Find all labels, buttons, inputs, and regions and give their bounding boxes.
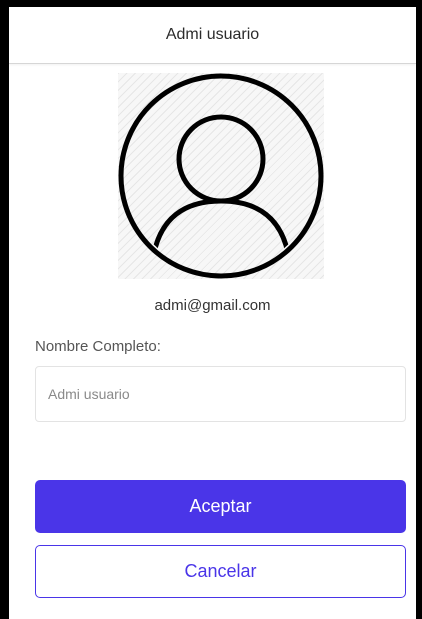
accept-button[interactable]: Aceptar — [35, 480, 406, 533]
full-name-input[interactable] — [35, 366, 406, 422]
cancel-button[interactable]: Cancelar — [35, 545, 406, 598]
app-bar: Admi usuario — [9, 7, 416, 64]
page-title: Admi usuario — [165, 26, 260, 43]
user-email: admi@gmail.com — [154, 297, 271, 314]
user-avatar-icon — [118, 73, 324, 279]
screen-frame: Admi usuario admi@gmail.com Nombre Compl… — [0, 0, 422, 619]
avatar[interactable] — [118, 73, 324, 279]
full-name-label: Nombre Completo: — [35, 338, 161, 355]
